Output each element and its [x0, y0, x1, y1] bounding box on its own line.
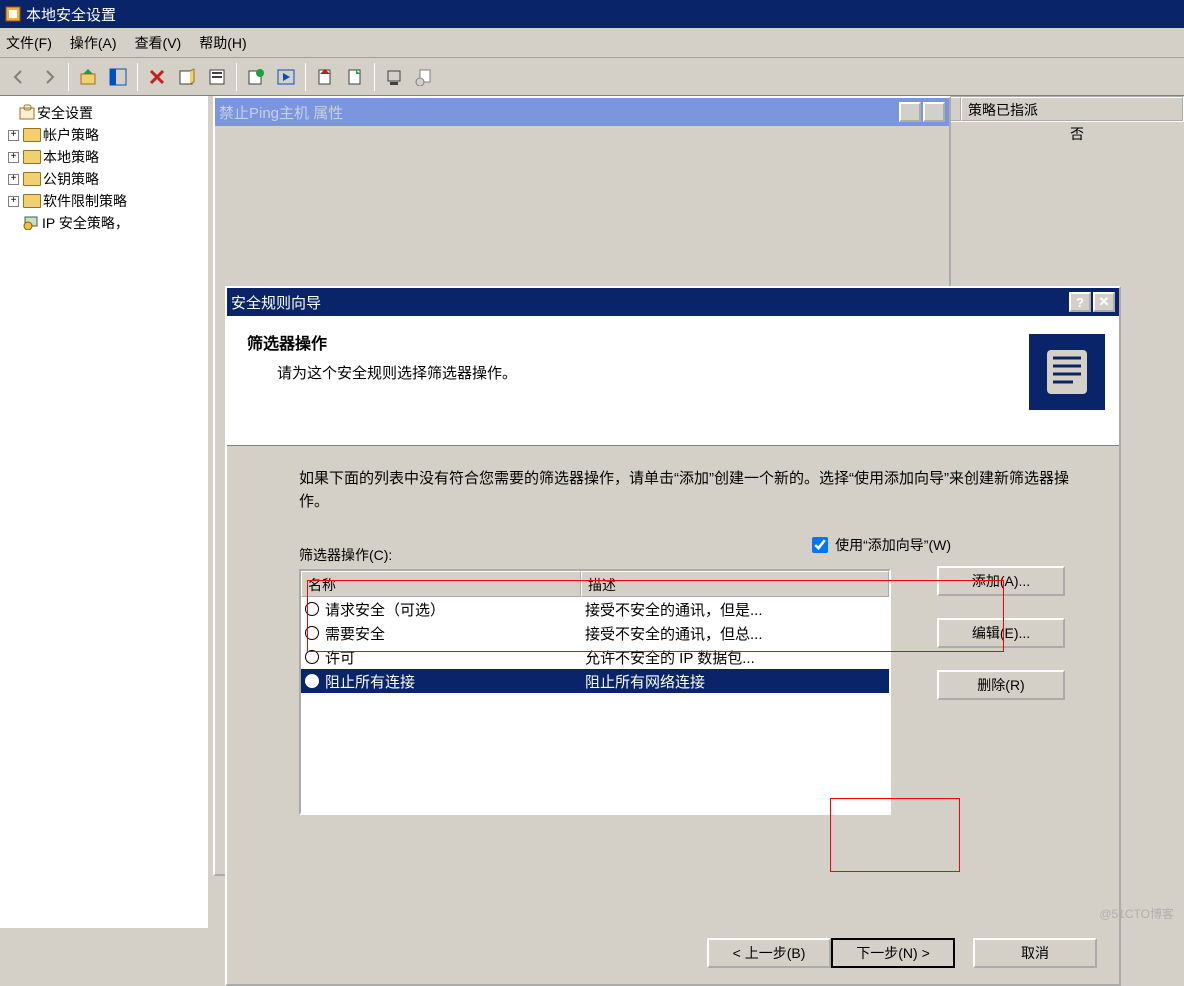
- filter-row-0[interactable]: 请求安全（可选） 接受不安全的通讯，但是...: [301, 597, 889, 621]
- watermark: @51CTO博客: [1099, 905, 1174, 922]
- wizard-header-icon: [1029, 334, 1105, 410]
- col-name[interactable]: 名称: [301, 571, 581, 597]
- remove-button[interactable]: 删除(R): [937, 670, 1065, 700]
- radio-unselected-icon: [305, 626, 319, 640]
- play-button[interactable]: [271, 62, 301, 92]
- properties-button[interactable]: [172, 62, 202, 92]
- wizard-header: 筛选器操作 请为这个安全规则选择筛选器操作。: [227, 316, 1119, 446]
- toolbar: [0, 58, 1184, 96]
- tree-item-software[interactable]: +软件限制策略: [2, 190, 206, 212]
- listter-list-header: 名称 描述: [301, 571, 889, 597]
- up-button[interactable]: [73, 62, 103, 92]
- security-root-icon: [19, 104, 37, 123]
- add-button[interactable]: 添加(A)...: [937, 566, 1065, 596]
- next-button[interactable]: 下一步(N) >: [831, 938, 955, 968]
- show-hide-tree-button[interactable]: [103, 62, 133, 92]
- use-wizard-checkbox[interactable]: 使用“添加向导”(W): [808, 534, 951, 556]
- refresh-button[interactable]: [241, 62, 271, 92]
- menu-file[interactable]: 文件(F): [6, 33, 52, 53]
- wizard-header-title: 筛选器操作: [247, 330, 1099, 354]
- expand-icon[interactable]: +: [8, 174, 19, 185]
- tree-item-account[interactable]: +帐户策略: [2, 124, 206, 146]
- radio-selected-icon: [305, 674, 319, 688]
- doc2-button[interactable]: [340, 62, 370, 92]
- lv-assigned-value: 否: [1070, 124, 1084, 144]
- back-button[interactable]: [4, 62, 34, 92]
- filter-list-label: 筛选器操作(C):: [299, 545, 1075, 565]
- server-button[interactable]: [379, 62, 409, 92]
- propsheet-title: 禁止Ping主机 属性: [219, 102, 897, 123]
- edit-button[interactable]: 编辑(E)...: [937, 618, 1065, 648]
- menu-view[interactable]: 查看(V): [135, 33, 182, 53]
- tree-root[interactable]: 安全设置: [2, 102, 206, 124]
- filter-row-2[interactable]: 许可 允许不安全的 IP 数据包...: [301, 645, 889, 669]
- main-titlebar: 本地安全设置: [0, 0, 1184, 28]
- tree-item-ipsec[interactable]: IP 安全策略，: [2, 212, 206, 234]
- menu-help[interactable]: 帮助(H): [199, 33, 246, 53]
- wizard-titlebar[interactable]: 安全规则向导 ? ✕: [227, 288, 1119, 316]
- app-icon: [4, 5, 22, 23]
- close-button[interactable]: ✕: [923, 102, 945, 122]
- filter-action-list[interactable]: 名称 描述 请求安全（可选） 接受不安全的通讯，但是... 需要安全 接受不安全…: [299, 569, 891, 815]
- propsheet-titlebar[interactable]: 禁止Ping主机 属性 ? ✕: [215, 98, 949, 126]
- expand-icon[interactable]: +: [8, 196, 19, 207]
- wizard-title: 安全规则向导: [231, 292, 1067, 313]
- use-wizard-check-input[interactable]: [812, 537, 828, 553]
- tree-panel: 安全设置 +帐户策略 +本地策略 +公钥策略 +软件限制策略 IP 安全策略，: [0, 96, 210, 928]
- ipsec-icon: [22, 214, 42, 233]
- tree-item-pubkey[interactable]: +公钥策略: [2, 168, 206, 190]
- doc1-button[interactable]: [310, 62, 340, 92]
- col-desc[interactable]: 描述: [581, 571, 889, 597]
- help-button[interactable]: ?: [1069, 292, 1091, 312]
- cancel-button[interactable]: 取消: [973, 938, 1097, 968]
- expand-icon[interactable]: +: [8, 152, 19, 163]
- menu-action[interactable]: 操作(A): [70, 33, 117, 53]
- wizard-header-subtitle: 请为这个安全规则选择筛选器操作。: [277, 362, 1099, 383]
- lv-col-assigned[interactable]: 策略已指派: [961, 97, 1183, 121]
- filter-row-1[interactable]: 需要安全 接受不安全的通讯，但总...: [301, 621, 889, 645]
- main-title: 本地安全设置: [26, 4, 1180, 25]
- tree-item-local[interactable]: +本地策略: [2, 146, 206, 168]
- assign-button[interactable]: [409, 62, 439, 92]
- filter-row-3selected[interactable]: 阻止所有连接 阻止所有网络连接: [301, 669, 889, 693]
- wizard-instruction: 如果下面的列表中没有符合您需要的筛选器操作，请单击“添加”创建一个新的。选择“使…: [299, 468, 1075, 513]
- folder-icon: [23, 194, 41, 208]
- radio-unselected-icon: [305, 650, 319, 664]
- wizard-dialog: 安全规则向导 ? ✕ 筛选器操作 请为这个安全规则选择筛选器操作。 如果下面的列…: [225, 286, 1121, 986]
- folder-icon: [23, 128, 41, 142]
- folder-icon: [23, 172, 41, 186]
- back-button[interactable]: < 上一步(B): [707, 938, 831, 968]
- expand-icon[interactable]: +: [8, 130, 19, 141]
- menubar: 文件(F) 操作(A) 查看(V) 帮助(H): [0, 28, 1184, 58]
- delete-button[interactable]: [142, 62, 172, 92]
- export-button[interactable]: [202, 62, 232, 92]
- folder-icon: [23, 150, 41, 164]
- help-button[interactable]: ?: [899, 102, 921, 122]
- forward-button[interactable]: [34, 62, 64, 92]
- close-button[interactable]: ✕: [1093, 292, 1115, 312]
- radio-unselected-icon: [305, 602, 319, 616]
